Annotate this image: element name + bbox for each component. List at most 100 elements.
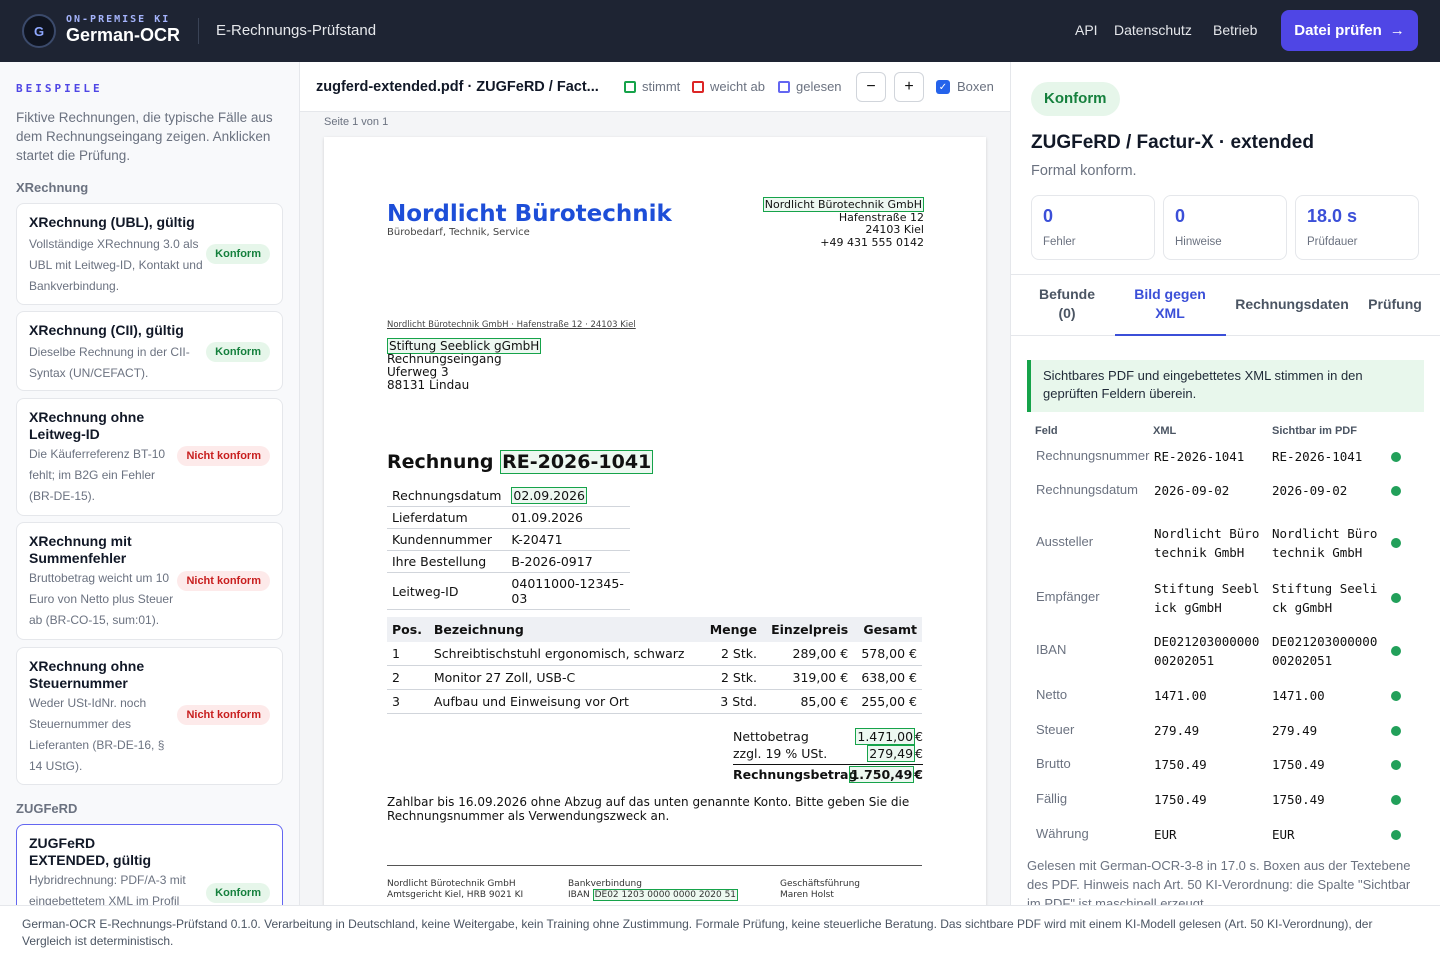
pdf-value: 1750.49 [1272, 792, 1325, 807]
diff-swatch-icon [692, 80, 704, 93]
match-status-icon [1391, 830, 1401, 840]
app-title: E-Rechnungs-Prüfstand [216, 22, 377, 39]
match-status-icon [1391, 726, 1401, 736]
doc-tagline: Bürobedarf, Technik, Service [387, 227, 530, 238]
card-title: XRechnung ohne Leitweg-ID [29, 409, 145, 442]
xml-value: 1750.49 [1154, 757, 1207, 772]
comparison-row: Empfänger Stiftung Seeblick gGmbH Stiftung… [1027, 574, 1424, 622]
xml-value: 279.49 [1154, 723, 1200, 738]
card-description: Hybridrechnung: PDF/A-3 mit eingebettete… [29, 873, 186, 905]
zoom-out-button[interactable]: − [856, 72, 886, 102]
cell: 2 Stk. [701, 642, 762, 666]
stat-value: 18.0 s [1307, 206, 1358, 226]
file-name: zugferd-extended.pdf · ZUGFeRD / Fact... [316, 79, 599, 95]
meta-value: 02.09.2026 [511, 487, 587, 504]
example-card[interactable]: XRechnung ohne Leitweg-ID Die Käuferrefe… [16, 398, 283, 516]
invoice-heading: Rechnung [387, 451, 494, 473]
match-status-icon [1391, 486, 1401, 496]
example-card[interactable]: XRechnung ohne Steuernummer Weder USt-Id… [16, 647, 283, 785]
xml-value: EUR [1154, 827, 1177, 842]
divider [198, 18, 199, 44]
match-status-icon [1391, 538, 1401, 548]
sidebar-intro: Fiktive Rechnungen, die typische Fälle a… [16, 110, 273, 163]
totals-values: 1.471,00 € 279,49 € [855, 728, 923, 762]
field-name: Netto [1036, 687, 1068, 702]
page-indicator: Seite 1 von 1 [324, 116, 389, 128]
col-header: Gesamt [853, 617, 922, 642]
nav-betrieb[interactable]: Betrieb [1213, 22, 1257, 38]
xml-value: 1471.00 [1154, 688, 1207, 703]
pdf-value: RE-2026-1041 [1272, 449, 1363, 464]
example-card[interactable]: XRechnung (CII), gültig Dieselbe Rechnun… [16, 311, 283, 391]
legend-label: weicht ab [710, 79, 765, 94]
field-name: Währung [1036, 826, 1089, 841]
currency: € [915, 729, 923, 744]
meta-key: Rechnungsdatum [387, 485, 507, 507]
group-xrechnung: XRechnung [16, 180, 89, 195]
zoom-in-button[interactable]: + [894, 72, 924, 102]
match-status-icon [1391, 646, 1401, 656]
card-title: ZUGFeRD EXTENDED, gültig [29, 835, 152, 868]
cell: 3 Std. [701, 689, 762, 714]
payment-terms: Zahlbar bis 16.09.2026 ohne Abzug auf da… [387, 795, 910, 823]
sender-line: Hafenstraße 12 [838, 210, 924, 224]
tab-rechnungsdaten[interactable]: Rechnungsdaten [1233, 295, 1351, 314]
pdf-viewer: zugferd-extended.pdf · ZUGFeRD / Fact...… [300, 62, 1011, 905]
pdf-value: DE02120300000000202051 [1272, 634, 1378, 668]
check-file-label: Datei prüfen [1294, 22, 1382, 39]
col-header: Pos. [387, 617, 429, 642]
tax-value: 279,49 [867, 745, 916, 762]
tab-befunde[interactable]: Befunde (0) [1033, 285, 1101, 323]
logo-icon: G [22, 14, 56, 48]
check-file-button[interactable]: Datei prüfen → [1281, 10, 1418, 51]
cell: 638,00 € [853, 665, 922, 690]
card-title: XRechnung (CII), gültig [29, 322, 184, 338]
examples-sidebar: BEISPIELE Fiktive Rechnungen, die typisc… [0, 62, 300, 905]
example-card[interactable]: XRechnung mit Summenfehler Bruttobetrag … [16, 522, 283, 640]
col-header-xml: XML [1153, 425, 1177, 437]
field-name: Steuer [1036, 722, 1075, 737]
invoice-meta-table: Rechnungsdatum 02.09.2026 Lieferdatum 01.0… [387, 485, 630, 610]
field-name: Empfänger [1036, 589, 1100, 604]
doc-sender: Nordlicht Bürotechnik GmbH Hafenstraße 1… [762, 197, 924, 249]
meta-row: Ihre Bestellung B-2026-0917 [387, 550, 630, 573]
arrow-right-icon: → [1389, 22, 1405, 39]
card-title: XRechnung (UBL), gültig [29, 214, 195, 230]
brand-name: German-OCR [66, 25, 181, 45]
result-status-badge: Konform [1031, 82, 1120, 116]
viewer-toolbar: zugferd-extended.pdf · ZUGFeRD / Fact...… [300, 62, 1010, 112]
stat-errors: 0 Fehler [1031, 195, 1155, 260]
meta-row: Kundennummer K-20471 [387, 528, 630, 551]
cell: 578,00 € [853, 642, 922, 666]
status-badge: Konform [206, 244, 270, 264]
legend-label: stimmt [642, 79, 681, 94]
meta-value: K-20471 [506, 528, 630, 551]
pdf-value: EUR [1272, 827, 1295, 842]
active-tab-indicator [1115, 334, 1226, 336]
field-name: IBAN [1036, 642, 1067, 657]
stat-label: Fehler [1043, 236, 1076, 248]
xml-value: Stiftung Seeblick gGmbH [1154, 581, 1260, 615]
legend-diff: weicht ab [692, 79, 765, 94]
positions-header: Pos. Bezeichnung Menge Einzelpreis Gesam… [387, 617, 922, 642]
cell: 2 Stk. [701, 665, 762, 690]
nav-datenschutz[interactable]: Datenschutz [1114, 22, 1192, 38]
invoice-number: RE-2026-1041 [500, 450, 654, 474]
result-tabs: Befunde (0) Bild gegen XML Rechnungsdate… [1011, 274, 1440, 336]
tab-pruefung[interactable]: Prüfung [1361, 295, 1429, 314]
tab-bild-gegen-xml[interactable]: Bild gegen XML [1123, 285, 1217, 323]
field-name: Rechnungsnummer [1036, 448, 1150, 463]
boxes-checkbox[interactable]: ✓ [936, 80, 950, 94]
match-status-icon [1391, 691, 1401, 701]
comparison-row: Rechnungsnummer RE-2026-1041 RE-2026-1041 [1027, 442, 1424, 472]
nav-api[interactable]: API [1075, 22, 1098, 38]
cell: 1 [387, 642, 429, 666]
example-card[interactable]: XRechnung (UBL), gültig Vollständige XRe… [16, 203, 283, 305]
total-divider [733, 764, 923, 765]
footer-text: German-OCR E-Rechnungs-Prüfstand 0.1.0. … [22, 917, 1373, 948]
col-header: Bezeichnung [428, 617, 702, 642]
comparison-row: Brutto 1750.49 1750.49 [1027, 750, 1424, 780]
example-card-selected[interactable]: ZUGFeRD EXTENDED, gültig Hybridrechnung:… [16, 824, 283, 905]
field-name: Brutto [1036, 756, 1071, 771]
status-badge: Konform [206, 883, 270, 903]
